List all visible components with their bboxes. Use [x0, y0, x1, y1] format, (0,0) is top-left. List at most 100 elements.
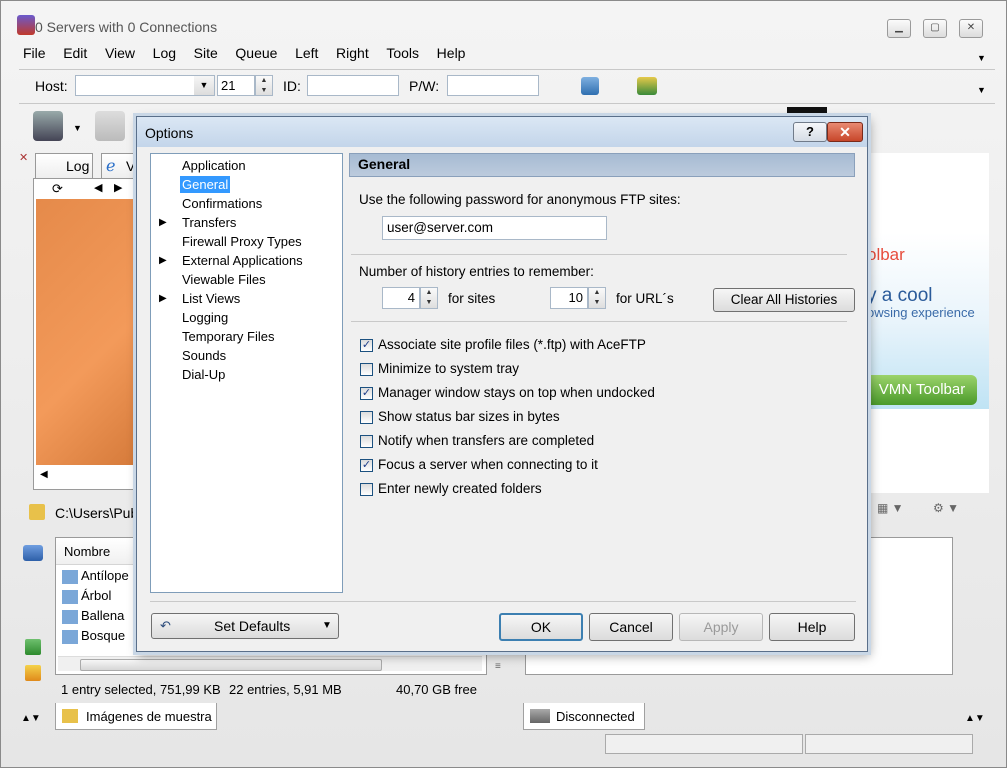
sidebar-icon-newfolder[interactable] [25, 665, 41, 681]
scrollbar-thumb[interactable] [80, 659, 382, 671]
options-page: General Use the following password for a… [349, 153, 857, 591]
tree-item-firewall[interactable]: Firewall Proxy Types [180, 233, 304, 250]
maximize-button[interactable]: ▢ [923, 19, 947, 38]
nav-forward-icon[interactable]: ▶ [114, 181, 122, 194]
dialog-close-button[interactable]: ✕ [827, 122, 863, 142]
checkbox-stay-on-top[interactable]: ✓ [360, 387, 373, 400]
ok-button[interactable]: OK [499, 613, 583, 641]
expand-arrow-icon[interactable]: ▶ [159, 255, 167, 266]
view-mode-icon[interactable]: ▦ ▼ [877, 501, 927, 527]
menu-overflow-icon[interactable]: ▼ [977, 53, 986, 63]
urls-spinner[interactable]: ▲ ▼ [588, 287, 606, 309]
toolbar-overflow-icon[interactable]: ▼ [977, 85, 986, 95]
path-label[interactable]: C:\Users\Pub [55, 505, 138, 521]
menu-log[interactable]: Log [153, 45, 176, 61]
menu-site[interactable]: Site [194, 45, 218, 61]
ftp-disconnect-icon[interactable] [95, 111, 125, 141]
menu-left[interactable]: Left [295, 45, 318, 61]
nav-back-icon[interactable]: ◀ [94, 181, 102, 194]
tree-item-external-apps[interactable]: External Applications [180, 252, 305, 269]
dialog-title: Options [145, 125, 194, 141]
options-dialog: Options ? ✕ Application General Confirma… [136, 116, 868, 652]
checkbox-focus-server[interactable]: ✓ [360, 459, 373, 472]
checkbox-minimize-tray-label: Minimize to system tray [378, 361, 520, 376]
apply-button[interactable]: Apply [679, 613, 763, 641]
checkbox-minimize-tray[interactable] [360, 363, 373, 376]
sites-history-input[interactable]: 4 [382, 287, 420, 309]
separator [351, 254, 847, 255]
sidebar-icon-refresh[interactable] [25, 639, 41, 655]
tree-item-logging[interactable]: Logging [180, 309, 230, 326]
horizontal-scrollbar[interactable] [58, 656, 482, 671]
banner-button[interactable]: VMN Toolbar [867, 375, 977, 405]
folder-icon [29, 504, 45, 520]
cancel-button[interactable]: Cancel [589, 613, 673, 641]
tools-icon[interactable]: ⚙ ▼ [933, 501, 983, 527]
tree-item-dialup[interactable]: Dial-Up [180, 366, 227, 383]
checkbox-enter-folders-label: Enter newly created folders [378, 481, 542, 496]
folder-icon [62, 709, 78, 723]
close-pane-icon[interactable]: ✕ [19, 151, 33, 165]
tree-item-temporary-files[interactable]: Temporary Files [180, 328, 276, 345]
menu-tools[interactable]: Tools [386, 45, 419, 61]
set-defaults-label: Set Defaults [214, 618, 291, 634]
clear-histories-button[interactable]: Clear All Histories [713, 288, 855, 312]
id-input[interactable] [307, 75, 399, 96]
menu-file[interactable]: File [23, 45, 46, 61]
tree-item-list-views[interactable]: List Views [180, 290, 242, 307]
sites-spinner[interactable]: ▲ ▼ [420, 287, 438, 309]
sidebar-icon-drive[interactable] [23, 545, 43, 561]
tree-item-viewable-files[interactable]: Viewable Files [180, 271, 268, 288]
status-free: 40,70 GB free [396, 682, 477, 697]
file-name: Ballena [81, 608, 125, 623]
tree-item-confirmations[interactable]: Confirmations [180, 195, 264, 212]
checkbox-associate[interactable]: ✓ [360, 339, 373, 352]
tab-folder[interactable]: Imágenes de muestra [55, 703, 217, 730]
urls-history-input[interactable]: 10 [550, 287, 588, 309]
sidebar-scroll-icon[interactable]: ▲▼ [21, 713, 41, 724]
tab-view[interactable]: ℯ V [101, 153, 139, 178]
tab-log[interactable]: Log [35, 153, 93, 178]
tree-item-application[interactable]: Application [180, 157, 248, 174]
checkbox-notify-transfers[interactable] [360, 435, 373, 448]
expand-arrow-icon[interactable]: ▶ [159, 217, 167, 228]
minimize-button[interactable]: ▁ [887, 19, 911, 38]
menu-help[interactable]: Help [437, 45, 466, 61]
menu-view[interactable]: View [105, 45, 135, 61]
column-name-header[interactable]: Nombre [64, 544, 110, 559]
host-dropdown-icon[interactable]: ▼ [194, 76, 214, 95]
password-input[interactable] [447, 75, 539, 96]
ftp-connect-icon[interactable] [33, 111, 63, 141]
scroll-left-icon[interactable]: ◀ [40, 469, 48, 480]
anon-password-input[interactable]: user@server.com [382, 216, 607, 240]
dialog-titlebar[interactable]: Options ? ✕ [137, 117, 867, 147]
right-scroll-icon[interactable]: ▲▼ [965, 713, 985, 724]
expand-arrow-icon[interactable]: ▶ [159, 293, 167, 304]
help-button[interactable]: Help [769, 613, 855, 641]
options-tree: Application General Confirmations ▶ Tran… [150, 153, 343, 593]
tree-item-sounds[interactable]: Sounds [180, 347, 228, 364]
menu-edit[interactable]: Edit [63, 45, 87, 61]
list-item[interactable]: Bosque [62, 628, 125, 644]
list-item[interactable]: Árbol [62, 588, 111, 604]
broom-icon[interactable] [637, 77, 657, 95]
connect-dropdown-icon[interactable]: ▼ [73, 123, 82, 133]
splitter-grip-icon[interactable]: ≡ [495, 661, 501, 672]
checkbox-sizes-bytes[interactable] [360, 411, 373, 424]
dialog-help-button[interactable]: ? [793, 122, 827, 142]
port-input[interactable]: 21 [217, 75, 255, 96]
checkbox-enter-folders[interactable] [360, 483, 373, 496]
menu-right[interactable]: Right [336, 45, 369, 61]
tree-item-transfers[interactable]: Transfers [180, 214, 238, 231]
menu-queue[interactable]: Queue [235, 45, 277, 61]
vmn-banner[interactable]: olbar y a cool owsing experience VMN Too… [867, 233, 989, 409]
tab-connection[interactable]: Disconnected [523, 703, 645, 730]
list-item[interactable]: Ballena [62, 608, 124, 624]
port-spinner[interactable]: ▲ ▼ [255, 75, 273, 96]
close-window-button[interactable]: ✕ [959, 19, 983, 38]
list-item[interactable]: Antílope [62, 568, 129, 584]
connect-icon[interactable] [581, 77, 599, 95]
refresh-icon[interactable]: ⟳ [52, 181, 63, 197]
set-defaults-button[interactable]: ↶ Set Defaults ▼ [151, 613, 339, 639]
tree-item-general[interactable]: General [180, 176, 231, 193]
